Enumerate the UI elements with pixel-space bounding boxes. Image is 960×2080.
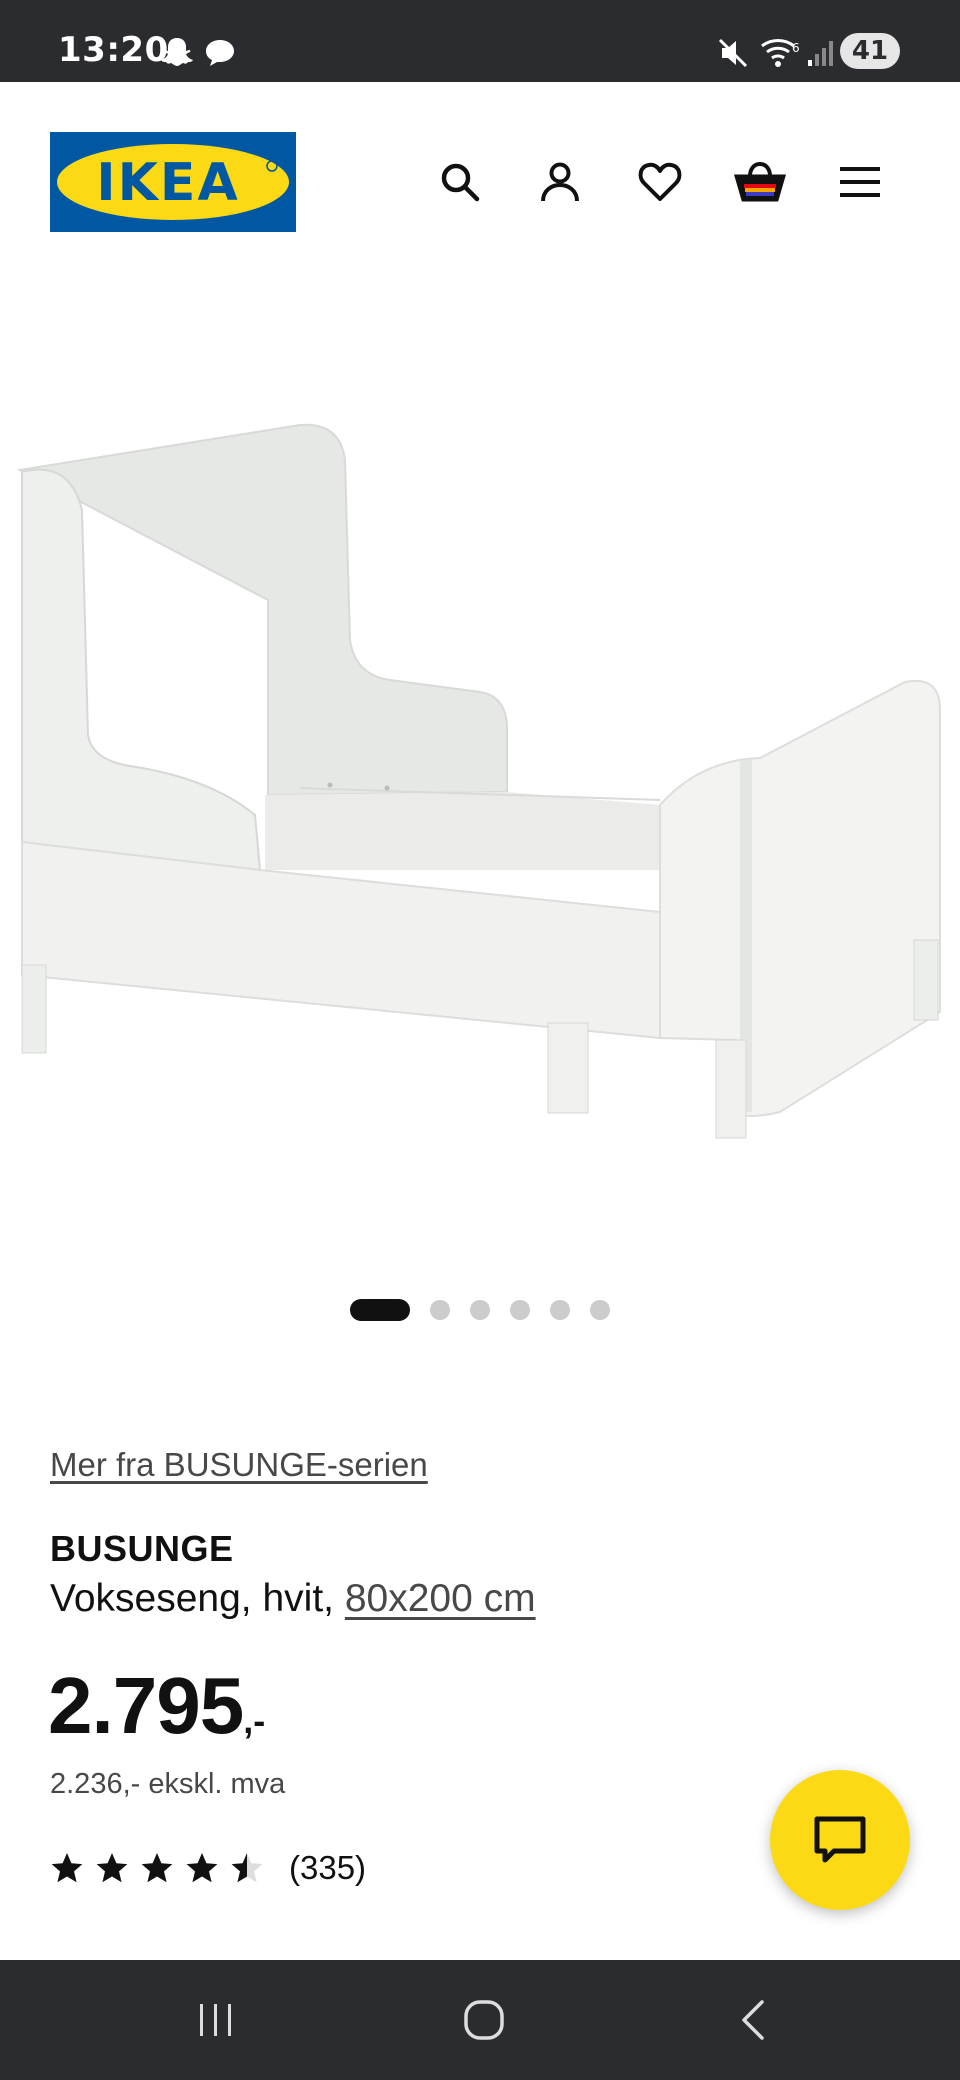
carousel-dot-2[interactable] bbox=[430, 1300, 450, 1320]
home-button[interactable] bbox=[454, 1990, 514, 2050]
product-name: BUSUNGE bbox=[50, 1528, 234, 1569]
carousel-dot-5[interactable] bbox=[550, 1300, 570, 1320]
back-icon bbox=[742, 2000, 764, 2040]
product-description-text: Vokseseng, hvit, bbox=[50, 1577, 345, 1620]
carousel-dot-1[interactable] bbox=[350, 1299, 410, 1321]
status-time: 13:20 bbox=[58, 30, 169, 70]
wifi-icon: 6 bbox=[761, 39, 800, 67]
carousel-dot-6[interactable] bbox=[590, 1300, 610, 1320]
rating-count: (335) bbox=[289, 1849, 367, 1886]
cart-button[interactable] bbox=[730, 152, 790, 212]
svg-text:IKEA: IKEA bbox=[96, 153, 239, 213]
search-icon bbox=[441, 163, 480, 202]
mute-icon bbox=[718, 38, 748, 68]
svg-text:6: 6 bbox=[792, 41, 800, 55]
battery-indicator: 41 bbox=[840, 33, 900, 69]
chat-icon bbox=[814, 1816, 866, 1863]
signal-icon bbox=[808, 41, 833, 66]
carousel-dot-4[interactable] bbox=[510, 1300, 530, 1320]
product-image[interactable] bbox=[0, 400, 960, 1160]
price-excl-vat: 2.236,- ekskl. mva bbox=[50, 1768, 286, 1800]
favourites-button[interactable] bbox=[630, 152, 690, 212]
price: 2.795,- bbox=[48, 1660, 265, 1752]
chat-bubble-icon bbox=[206, 40, 234, 66]
carousel-dot-3[interactable] bbox=[470, 1300, 490, 1320]
rating[interactable]: (335) bbox=[50, 1848, 366, 1888]
star-full-icon bbox=[186, 1853, 218, 1883]
menu-icon bbox=[840, 167, 880, 197]
recent-apps-icon bbox=[200, 2004, 231, 2036]
recent-apps-button[interactable] bbox=[186, 1990, 246, 2050]
account-button[interactable] bbox=[530, 152, 590, 212]
image-carousel-dots bbox=[0, 1298, 960, 1322]
price-suffix: ,- bbox=[243, 1700, 266, 1741]
product-description: Vokseseng, hvit, 80x200 cm bbox=[50, 1577, 536, 1621]
star-full-icon bbox=[96, 1853, 128, 1883]
cart-icon bbox=[734, 161, 786, 202]
series-link[interactable]: Mer fra BUSUNGE-serien bbox=[50, 1446, 428, 1484]
search-button[interactable] bbox=[430, 152, 490, 212]
chat-button[interactable] bbox=[770, 1770, 910, 1910]
size-link[interactable]: 80x200 cm bbox=[345, 1577, 536, 1620]
star-full-icon bbox=[51, 1853, 83, 1883]
price-amount: 2.795 bbox=[48, 1661, 244, 1750]
menu-button[interactable] bbox=[830, 152, 890, 212]
star-full-icon bbox=[141, 1853, 173, 1883]
back-button[interactable] bbox=[724, 1990, 784, 2050]
system-nav-bar bbox=[0, 1960, 960, 2080]
ikea-logo[interactable]: IKEA bbox=[50, 132, 296, 232]
account-icon bbox=[541, 162, 579, 202]
site-header: IKEA bbox=[0, 82, 960, 232]
status-bar: 13:20 6 41 bbox=[0, 0, 960, 82]
home-icon bbox=[464, 2000, 504, 2040]
star-half-icon bbox=[231, 1853, 263, 1883]
snapchat-icon bbox=[161, 38, 193, 66]
heart-icon bbox=[638, 162, 682, 201]
